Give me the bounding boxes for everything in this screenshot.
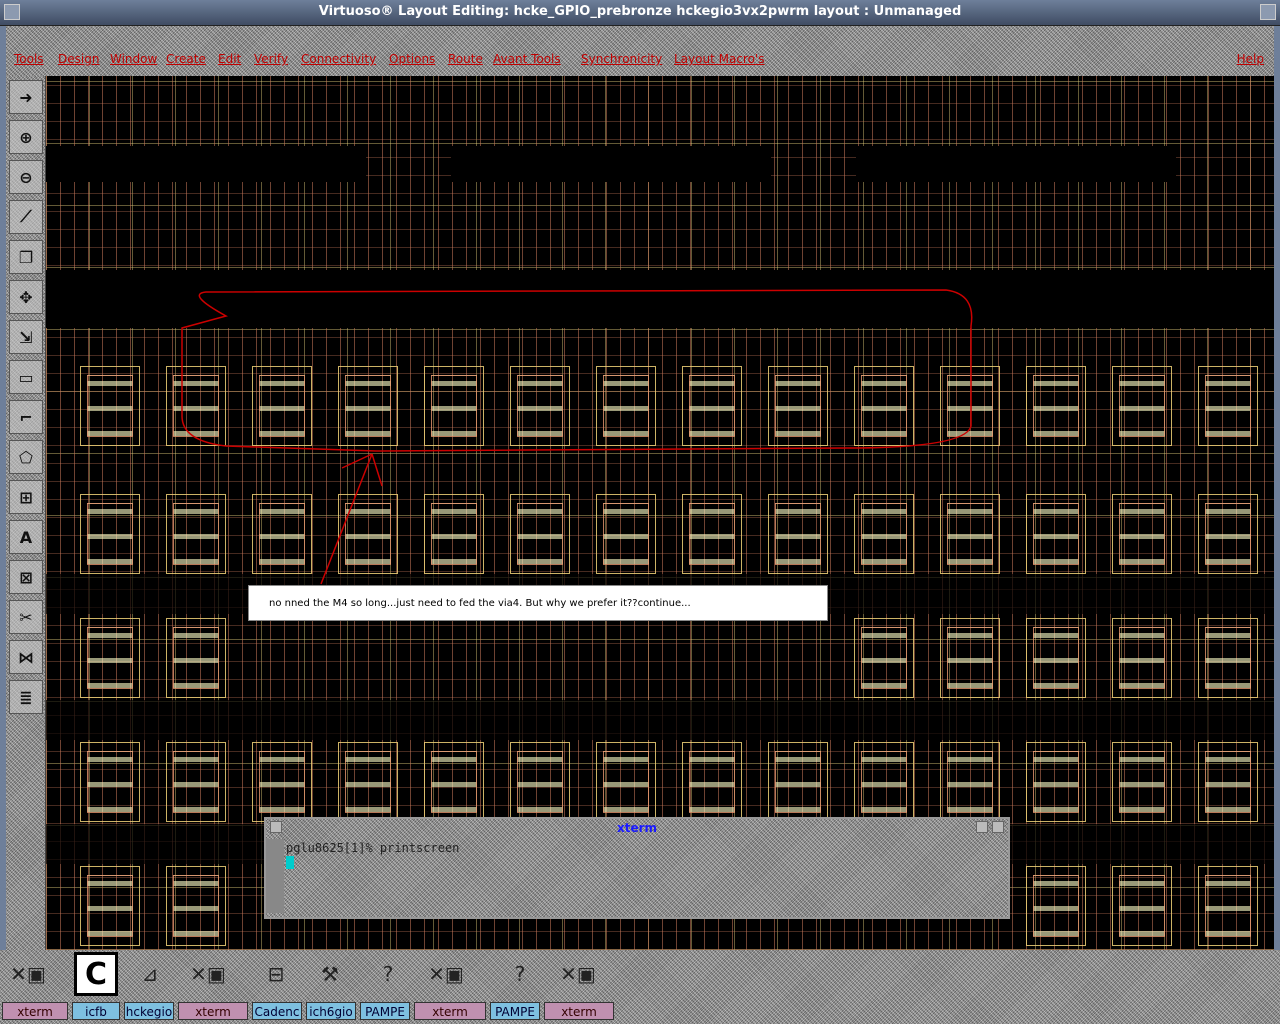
hammer-icon[interactable]: ⚒ <box>308 952 352 996</box>
annotation-arrow-line <box>320 453 373 585</box>
taskbar-tab[interactable]: PAMPE <box>360 1002 410 1020</box>
menu-window[interactable]: Window <box>110 52 157 66</box>
annotation-text: no nned the M4 so long...just need to fe… <box>269 598 691 609</box>
help-icon[interactable]: ? <box>498 952 542 996</box>
cadence-c-icon[interactable]: C <box>74 952 118 996</box>
menu-connectivity[interactable]: Connectivity <box>301 52 376 66</box>
instance-icon[interactable]: ⊞ <box>9 480 43 514</box>
text-cursor <box>286 856 294 869</box>
xterm-icon[interactable]: ✕▣ <box>6 952 50 996</box>
taskbar-tabs: xterm icfb hckegio xterm Cadenc ich6gio … <box>0 1000 1280 1024</box>
stretch-icon[interactable]: ⇲ <box>9 320 43 354</box>
copy-icon[interactable]: ❐ <box>9 240 43 274</box>
menu-synchronicity[interactable]: Synchronicity <box>581 52 662 66</box>
taskbar-tab[interactable]: PAMPE <box>490 1002 540 1020</box>
zoom-in-icon[interactable]: ⊕ <box>9 120 43 154</box>
zoom-out-icon[interactable]: ⊖ <box>9 160 43 194</box>
window-right-border <box>1274 26 1280 994</box>
menu-create[interactable]: Create <box>166 52 206 66</box>
menu-layout-macros[interactable]: Layout Macro's <box>674 52 764 66</box>
menu-help[interactable]: Help <box>1237 52 1264 66</box>
xterm-prompt-line: pglu8625[1]% printscreen <box>286 841 460 855</box>
menu-edit[interactable]: Edit <box>218 52 241 66</box>
menu-tools[interactable]: Tools <box>14 52 44 66</box>
xterm-scrollbar[interactable] <box>266 839 284 913</box>
window-title: Virtuoso® Layout Editing: hcke_GPIO_preb… <box>318 4 962 19</box>
pointer-icon[interactable]: ➜ <box>9 80 43 114</box>
help-icon[interactable]: ? <box>366 952 410 996</box>
polygon-icon[interactable]: ⬠ <box>9 440 43 474</box>
cut-icon[interactable]: ✂ <box>9 600 43 634</box>
taskbar-tab[interactable]: ich6gio <box>306 1002 356 1020</box>
menu-options[interactable]: Options <box>389 52 435 66</box>
xterm-console[interactable]: pglu8625[1]% printscreen <box>284 839 1004 913</box>
taskbar-tab[interactable]: xterm <box>2 1002 68 1020</box>
menu-design[interactable]: Design <box>58 52 99 66</box>
xterm-icon[interactable]: ✕▣ <box>556 952 600 996</box>
move-icon[interactable]: ✥ <box>9 280 43 314</box>
window-maximize-button[interactable] <box>1260 4 1276 20</box>
taskbar-tab[interactable]: hckegio <box>124 1002 174 1020</box>
path-icon[interactable]: ⌐ <box>9 400 43 434</box>
taskbar-tab[interactable]: Cadenc <box>252 1002 302 1020</box>
taskbar: ✕▣ C ⊿ ✕▣ ⊟ ⚒ ? ✕▣ ? ✕▣ xterm icfb hckeg… <box>0 950 1280 1024</box>
taskbar-tab[interactable]: xterm <box>178 1002 248 1020</box>
xterm-window[interactable]: xterm pglu8625[1]% printscreen <box>264 817 1010 919</box>
merge-icon[interactable]: ⋈ <box>9 640 43 674</box>
schematic-icon[interactable]: ⊿ <box>128 952 172 996</box>
xterm-maximize-button[interactable] <box>992 821 1004 833</box>
taskbar-tab[interactable]: xterm <box>414 1002 486 1020</box>
xterm-icon[interactable]: ✕▣ <box>424 952 468 996</box>
annotation-note: no nned the M4 so long...just need to fe… <box>248 585 828 621</box>
menu-route[interactable]: Route <box>448 52 483 66</box>
toolbox: ➜ ⊕ ⊖ ⟋ ❐ ✥ ⇲ ▭ ⌐ ⬠ ⊞ A ⊠ ✂ ⋈ ≣ <box>6 76 46 950</box>
annotation-loop <box>181 289 973 452</box>
taskbar-tab[interactable]: icfb <box>72 1002 120 1020</box>
ruler-icon[interactable]: ⟋ <box>9 200 43 234</box>
layout-icon[interactable]: ⊟ <box>254 952 298 996</box>
xterm-title[interactable]: xterm <box>266 819 1008 837</box>
label-icon[interactable]: A <box>9 520 43 554</box>
taskbar-icons: ✕▣ C ⊿ ✕▣ ⊟ ⚒ ? ✕▣ ? ✕▣ <box>0 950 1280 1000</box>
xterm-icon[interactable]: ✕▣ <box>186 952 230 996</box>
via-icon[interactable]: ⊠ <box>9 560 43 594</box>
property-icon[interactable]: ≣ <box>9 680 43 714</box>
window-titlebar[interactable]: Virtuoso® Layout Editing: hcke_GPIO_preb… <box>0 0 1280 26</box>
menu-verify[interactable]: Verify <box>254 52 288 66</box>
xterm-minimize-button[interactable] <box>976 821 988 833</box>
menu-avant-tools[interactable]: Avant Tools <box>493 52 561 66</box>
taskbar-tab[interactable]: xterm <box>544 1002 614 1020</box>
rectangle-icon[interactable]: ▭ <box>9 360 43 394</box>
menubar: Tools Design Window Create Edit Verify C… <box>6 26 1274 76</box>
